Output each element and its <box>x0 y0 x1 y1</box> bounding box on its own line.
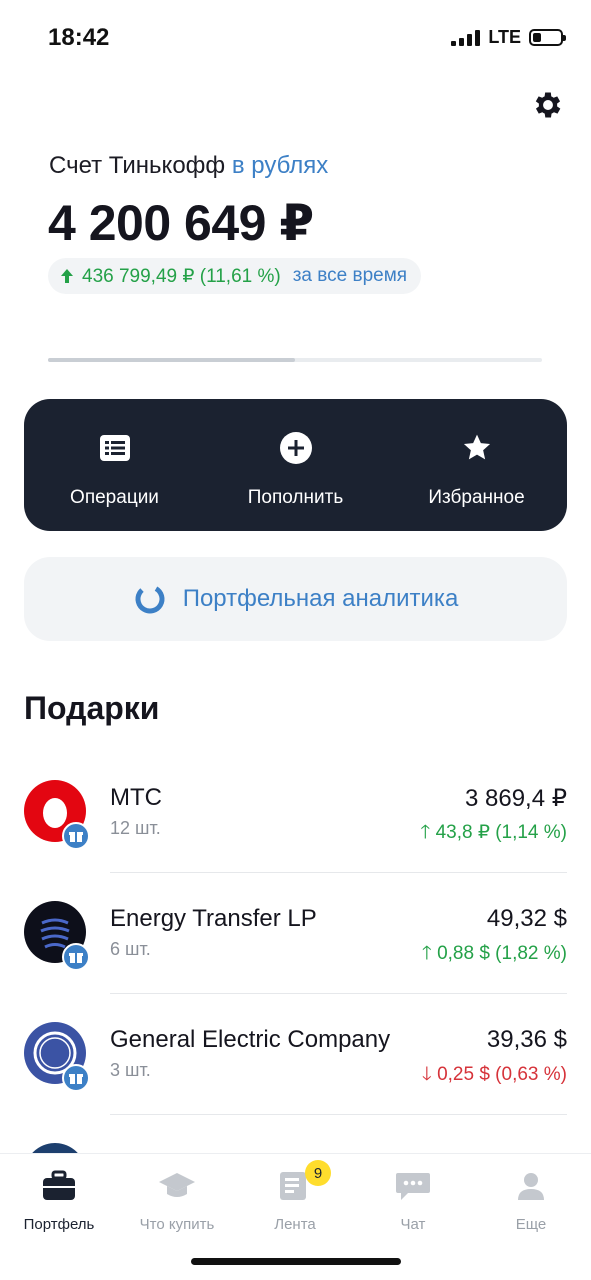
operations-button[interactable]: Операции <box>24 399 205 531</box>
top-up-button[interactable]: Пополнить <box>205 399 386 531</box>
portfolio-analytics-button[interactable]: Портфельная аналитика <box>24 557 567 641</box>
tab-what-to-buy[interactable]: Что купить <box>118 1168 236 1233</box>
tab-label: Что купить <box>139 1216 215 1233</box>
status-bar: 18:42 LTE <box>0 0 591 78</box>
tab-label: Лента <box>274 1216 316 1233</box>
security-name: Energy Transfer LP <box>110 905 317 932</box>
security-price: 39,36 $ <box>486 1026 567 1053</box>
plus-circle-icon <box>279 431 313 465</box>
gift-icon <box>62 1064 90 1092</box>
account-balance: 4 200 649 ₽ <box>48 195 314 251</box>
gifts-section-title: Подарки <box>24 690 160 726</box>
tab-portfolio[interactable]: Портфель <box>0 1168 118 1233</box>
security-quantity: 6 шт. <box>110 939 151 959</box>
arrow-up-icon: 🡑 <box>420 822 431 843</box>
account-name: Счет Тинькофф <box>49 152 226 179</box>
home-indicator[interactable] <box>191 1258 401 1265</box>
notification-badge: 9 <box>305 1160 331 1186</box>
security-quantity: 12 шт. <box>110 818 161 838</box>
favorites-label: Избранное <box>428 487 525 508</box>
tab-label: Еще <box>515 1216 547 1233</box>
quick-actions-panel: Операции Пополнить Избранное <box>24 399 567 531</box>
news-icon: 9 <box>275 1160 331 1204</box>
tab-chat[interactable]: Чат <box>354 1168 472 1233</box>
account-title[interactable]: Счет Тинькофф в рублях <box>49 152 328 180</box>
status-time: 18:42 <box>48 24 110 51</box>
list-item[interactable]: Energy Transfer LP 6 шт. 49,32 $ 🡑 0,88 … <box>0 873 591 994</box>
favorites-button[interactable]: Избранное <box>386 399 567 531</box>
security-price: 3 869,4 ₽ <box>464 785 567 812</box>
tab-label: Чат <box>400 1216 426 1233</box>
battery-icon <box>529 29 566 46</box>
arrow-up-icon <box>61 269 73 283</box>
security-change: 🡑 43,8 ₽ (1,14 %) <box>420 822 567 843</box>
donut-chart-icon <box>135 584 165 614</box>
currency-selector[interactable]: в рублях <box>232 152 328 179</box>
operations-label: Операции <box>70 487 159 508</box>
user-icon <box>511 1168 551 1204</box>
network-type: LTE <box>488 27 521 47</box>
list-icon <box>98 431 132 465</box>
security-price: 49,32 $ <box>486 905 567 932</box>
tab-label: Портфель <box>23 1216 95 1233</box>
security-name: МТС <box>110 784 162 811</box>
security-quantity: 3 шт. <box>110 1060 151 1080</box>
portfolio-analytics-label: Портфельная аналитика <box>182 585 459 612</box>
settings-gear-icon[interactable] <box>531 88 565 122</box>
arrow-down-icon: 🡓 <box>421 1064 432 1085</box>
security-change: 🡑 0,88 $ (1,82 %) <box>421 943 567 964</box>
list-item[interactable]: МТС 12 шт. 3 869,4 ₽ 🡑 43,8 ₽ (1,14 %) <box>0 752 591 873</box>
briefcase-icon <box>39 1168 79 1204</box>
chat-bubble-icon <box>393 1168 433 1204</box>
star-icon <box>460 431 494 465</box>
gifts-list: МТС 12 шт. 3 869,4 ₽ 🡑 43,8 ₽ (1,14 %) E… <box>0 752 591 1185</box>
status-indicators: LTE <box>451 27 566 48</box>
gift-icon <box>62 943 90 971</box>
security-name: General Electric Company <box>110 1026 391 1053</box>
tab-more[interactable]: Еще <box>472 1168 590 1233</box>
arrow-up-icon: 🡑 <box>421 943 432 964</box>
top-up-label: Пополнить <box>247 487 344 508</box>
security-change: 🡓 0,25 $ (0,63 %) <box>421 1064 567 1085</box>
gift-icon <box>62 822 90 850</box>
signal-strength-icon <box>451 29 481 46</box>
graduation-cap-icon <box>157 1168 197 1204</box>
tab-feed[interactable]: 9 Лента <box>236 1160 354 1233</box>
list-item[interactable]: General Electric Company 3 шт. 39,36 $ 🡓… <box>0 994 591 1115</box>
change-period-selector[interactable]: за все время <box>293 265 407 287</box>
total-change-pill[interactable]: 436 799,49 ₽ (11,61 %) за все время <box>48 258 422 294</box>
total-change-value: 436 799,49 ₽ (11,61 %) <box>82 265 281 287</box>
carousel-progress <box>48 358 542 362</box>
